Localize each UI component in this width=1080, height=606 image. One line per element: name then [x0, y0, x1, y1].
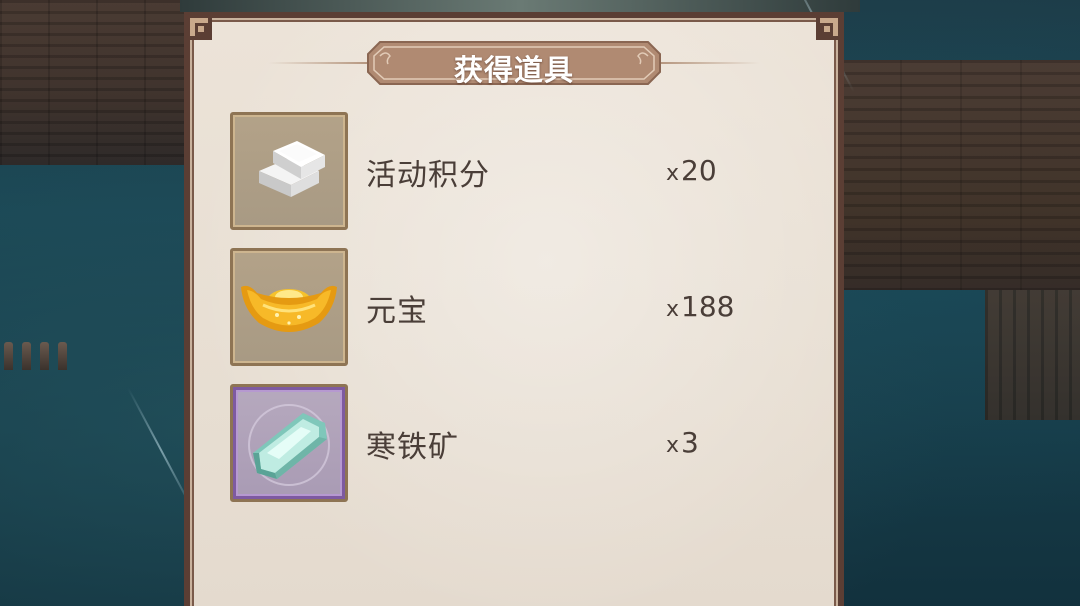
item-slot[interactable] [230, 112, 348, 230]
background-dock-left [0, 0, 200, 165]
item-count: x3 [666, 426, 699, 459]
dialog-header: 获得道具 [190, 38, 838, 87]
reward-dialog: 获得道具 活动积分 x20 元宝 x188 寒铁矿 x3 [184, 12, 844, 606]
reward-item[interactable]: 寒铁矿 x3 [230, 384, 790, 502]
corner-ornament-icon [816, 14, 842, 40]
background-pier-posts [0, 330, 70, 370]
corner-ornament-icon [186, 14, 212, 40]
dialog-title: 获得道具 [453, 53, 574, 87]
item-count: x188 [666, 290, 735, 323]
item-slot[interactable] [230, 248, 348, 366]
background-top-strip [180, 0, 860, 12]
gold-yuanbao-icon [241, 285, 337, 332]
reward-item[interactable]: 活动积分 x20 [230, 112, 790, 230]
background-pier-right [985, 290, 1080, 420]
item-name: 寒铁矿 [366, 430, 459, 465]
game-scene: 获得道具 活动积分 x20 元宝 x188 寒铁矿 x3 [0, 0, 1080, 606]
item-name: 元宝 [366, 294, 428, 329]
background-dock-right [840, 60, 1080, 290]
reward-item[interactable]: 元宝 x188 [230, 248, 790, 366]
item-count: x20 [666, 154, 717, 187]
silver-ingot-icon [259, 141, 325, 197]
cold-iron-ore-icon [248, 404, 330, 486]
item-name: 活动积分 [366, 158, 490, 193]
item-slot-epic[interactable] [230, 384, 348, 502]
